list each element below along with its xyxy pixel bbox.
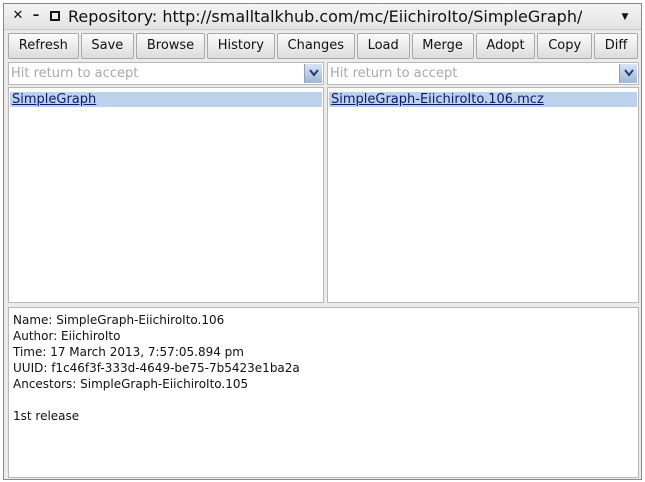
version-details[interactable]: Name: SimpleGraph-EiichiroIto.106 Author… [8, 307, 639, 478]
version-list[interactable]: SimpleGraph-EiichiroIto.106.mcz [327, 87, 639, 303]
package-filter [8, 62, 324, 85]
details-message: 1st release [13, 409, 80, 423]
list-item[interactable]: SimpleGraph-EiichiroIto.106.mcz [329, 92, 637, 107]
details-ancestors: Ancestors: SimpleGraph-EiichiroIto.105 [13, 377, 249, 391]
refresh-button[interactable]: Refresh [8, 33, 79, 59]
package-filter-input[interactable] [11, 64, 303, 83]
load-button[interactable]: Load [356, 33, 410, 59]
package-list[interactable]: SimpleGraph [8, 87, 324, 303]
changes-button[interactable]: Changes [276, 33, 355, 59]
chevron-down-icon [308, 69, 319, 77]
window-title: Repository: http://smalltalkhub.com/mc/E… [68, 7, 582, 26]
list-item[interactable]: SimpleGraph [10, 92, 322, 107]
history-button[interactable]: History [206, 33, 275, 59]
repository-window: ✕ – Repository: http://smalltalkhub.com/… [3, 3, 642, 480]
details-spacer [13, 392, 634, 408]
chevron-down-icon[interactable]: ▼ [617, 9, 633, 25]
diff-button[interactable]: Diff [593, 33, 639, 59]
toolbar: Refresh Save Browse History Changes Load… [8, 33, 639, 59]
version-filter-input[interactable] [330, 64, 618, 83]
adopt-button[interactable]: Adopt [475, 33, 536, 59]
copy-button[interactable]: Copy [537, 33, 592, 59]
browse-button[interactable]: Browse [136, 33, 205, 59]
version-filter-dropdown[interactable] [619, 64, 637, 83]
details-time: Time: 17 March 2013, 7:57:05.894 pm [13, 345, 244, 359]
merge-button[interactable]: Merge [411, 33, 474, 59]
package-filter-dropdown[interactable] [304, 64, 322, 83]
save-button[interactable]: Save [80, 33, 135, 59]
details-uuid: UUID: f1c46f3f-333d-4649-be75-7b5423e1ba… [13, 361, 300, 375]
minimize-icon[interactable]: – [28, 8, 44, 24]
details-name: Name: SimpleGraph-EiichiroIto.106 [13, 313, 225, 327]
version-filter [327, 62, 639, 85]
chevron-down-icon [623, 69, 634, 77]
title-bar[interactable]: ✕ – Repository: http://smalltalkhub.com/… [4, 4, 641, 30]
close-icon[interactable]: ✕ [10, 8, 26, 24]
maximize-icon[interactable] [47, 8, 63, 24]
details-author: Author: EiichiroIto [13, 329, 121, 343]
